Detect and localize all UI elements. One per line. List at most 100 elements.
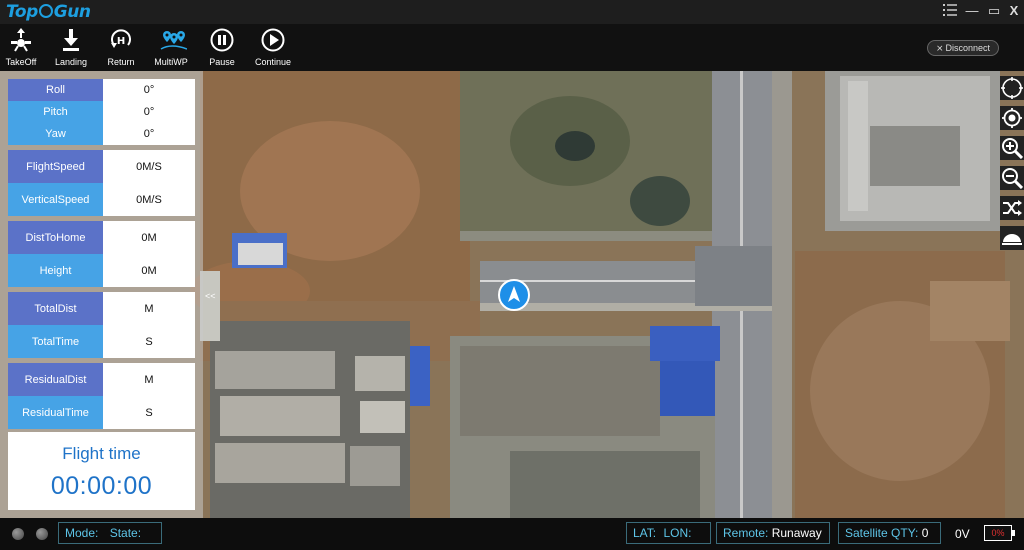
yaw-label: Yaw xyxy=(8,123,103,145)
play-icon xyxy=(261,28,285,52)
disconnect-icon: ⨯ xyxy=(935,43,944,53)
position-group: DistToHome 0M Height 0M xyxy=(8,221,195,287)
height-row: Height 0M xyxy=(8,254,195,287)
dist-to-home-row: DistToHome 0M xyxy=(8,221,195,254)
flight-time-value: 00:00:00 xyxy=(50,472,153,500)
maximize-button[interactable]: ▭ xyxy=(985,2,1003,20)
total-time-value: S xyxy=(103,325,195,358)
total-dist-label: TotalDist xyxy=(8,292,103,325)
pitch-label: Pitch xyxy=(8,101,103,123)
roll-value: 0° xyxy=(103,79,195,101)
title-bar: Top Gun — ▭ X xyxy=(0,0,1024,24)
disconnect-label: Disconnect xyxy=(945,43,991,53)
return-home-icon: H xyxy=(111,29,131,48)
lon-label: LON: xyxy=(663,526,692,540)
vertical-speed-row: VerticalSpeed 0M/S xyxy=(8,183,195,216)
landing-label: Landing xyxy=(54,57,88,67)
multiwp-label: MultiWP xyxy=(154,57,188,67)
pause-label: Pause xyxy=(209,57,235,67)
pause-button[interactable]: Pause xyxy=(197,24,247,71)
ground-control-app: Top Gun — ▭ X TakeOff Landing H Return M… xyxy=(0,0,1024,550)
flight-speed-value: 0M/S xyxy=(103,150,195,183)
satellite-box: Satellite QTY: 0 xyxy=(838,522,941,544)
multiwp-button[interactable]: MultiWP xyxy=(146,24,196,71)
collapse-panel-button[interactable]: << xyxy=(205,291,216,301)
pause-icon xyxy=(210,28,234,52)
minimize-button[interactable]: — xyxy=(963,2,981,20)
shuffle-icon xyxy=(1003,200,1022,216)
return-button[interactable]: H Return xyxy=(96,24,146,71)
dome-button[interactable] xyxy=(1000,226,1024,250)
return-label: Return xyxy=(107,57,135,67)
multi-waypoint-icon xyxy=(160,31,187,50)
speed-group: FlightSpeed 0M/S VerticalSpeed 0M/S xyxy=(8,150,195,216)
roll-row: Roll 0° xyxy=(8,79,195,101)
attitude-group: Roll 0° Pitch 0° Yaw 0° xyxy=(8,79,195,145)
pitch-value: 0° xyxy=(103,101,195,123)
zoom-in-icon xyxy=(1002,138,1023,159)
zoom-out-button[interactable] xyxy=(1000,166,1024,190)
compass-icon xyxy=(1001,77,1023,99)
app-logo: Top Gun xyxy=(6,2,91,22)
indicator-light-icon xyxy=(36,528,48,540)
remote-box: Remote: Runaway xyxy=(716,522,830,544)
disconnect-button[interactable]: ⨯ Disconnect xyxy=(927,40,999,56)
locate-button[interactable] xyxy=(1000,106,1024,130)
flight-speed-row: FlightSpeed 0M/S xyxy=(8,150,195,183)
indicator-light-icon xyxy=(12,528,24,540)
zoom-out-icon xyxy=(1002,168,1023,189)
height-value: 0M xyxy=(103,254,195,287)
yaw-row: Yaw 0° xyxy=(8,123,195,145)
svg-text:H: H xyxy=(117,36,125,47)
remote-label: Remote: xyxy=(723,526,769,540)
flight-speed-label: FlightSpeed xyxy=(8,150,103,183)
total-group: TotalDist M TotalTime S xyxy=(8,292,195,358)
residual-dist-value: M xyxy=(103,363,195,396)
telemetry-panel: Roll 0° Pitch 0° Yaw 0° FlightSpeed 0M/S… xyxy=(0,71,216,518)
dist-to-home-value: 0M xyxy=(103,221,195,254)
total-dist-value: M xyxy=(103,292,195,325)
total-time-label: TotalTime xyxy=(8,325,103,358)
satellite-label: Satellite QTY: xyxy=(845,526,919,540)
height-label: Height xyxy=(8,254,103,287)
satellite-value: 0 xyxy=(921,526,929,540)
remote-value: Runaway xyxy=(771,526,822,540)
pitch-row: Pitch 0° xyxy=(8,101,195,123)
voltage-value: 0V xyxy=(955,527,970,541)
mode-label: Mode: xyxy=(65,526,99,540)
total-dist-row: TotalDist M xyxy=(8,292,195,325)
takeoff-icon xyxy=(11,28,31,52)
logo-ring-icon xyxy=(38,4,53,18)
continue-label: Continue xyxy=(254,57,292,67)
takeoff-label: TakeOff xyxy=(5,57,37,67)
landing-icon xyxy=(63,29,79,51)
landing-button[interactable]: Landing xyxy=(46,24,96,71)
status-bar: Mode: State: LAT: LON: Remote: Runaway S… xyxy=(0,518,1024,550)
total-time-row: TotalTime S xyxy=(8,325,195,358)
compass-button[interactable] xyxy=(1000,76,1024,100)
locate-icon xyxy=(1002,108,1022,128)
list-menu-icon[interactable] xyxy=(941,2,959,20)
zoom-in-button[interactable] xyxy=(1000,136,1024,160)
yaw-value: 0° xyxy=(103,123,195,145)
dome-icon xyxy=(1002,234,1022,245)
dist-to-home-label: DistToHome xyxy=(8,221,103,254)
aircraft-position-icon[interactable] xyxy=(498,279,530,311)
residual-dist-label: ResidualDist xyxy=(8,363,103,396)
residual-dist-row: ResidualDist M xyxy=(8,363,195,396)
mode-state-box: Mode: State: xyxy=(58,522,162,544)
takeoff-button[interactable]: TakeOff xyxy=(0,24,46,71)
residual-time-row: ResidualTime S xyxy=(8,396,195,429)
lat-label: LAT: xyxy=(633,526,657,540)
state-label: State: xyxy=(109,526,142,540)
roll-label: Roll xyxy=(8,79,103,101)
battery-indicator: 0% xyxy=(984,525,1015,541)
flight-time-box: Flight time 00:00:00 xyxy=(8,432,195,510)
vertical-speed-label: VerticalSpeed xyxy=(8,183,103,216)
toolbar: TakeOff Landing H Return MultiWP Pause C… xyxy=(0,24,1024,71)
shuffle-button[interactable] xyxy=(1000,196,1024,220)
residual-time-label: ResidualTime xyxy=(8,396,103,429)
continue-button[interactable]: Continue xyxy=(248,24,298,71)
close-button[interactable]: X xyxy=(1005,2,1023,20)
residual-group: ResidualDist M ResidualTime S xyxy=(8,363,195,429)
